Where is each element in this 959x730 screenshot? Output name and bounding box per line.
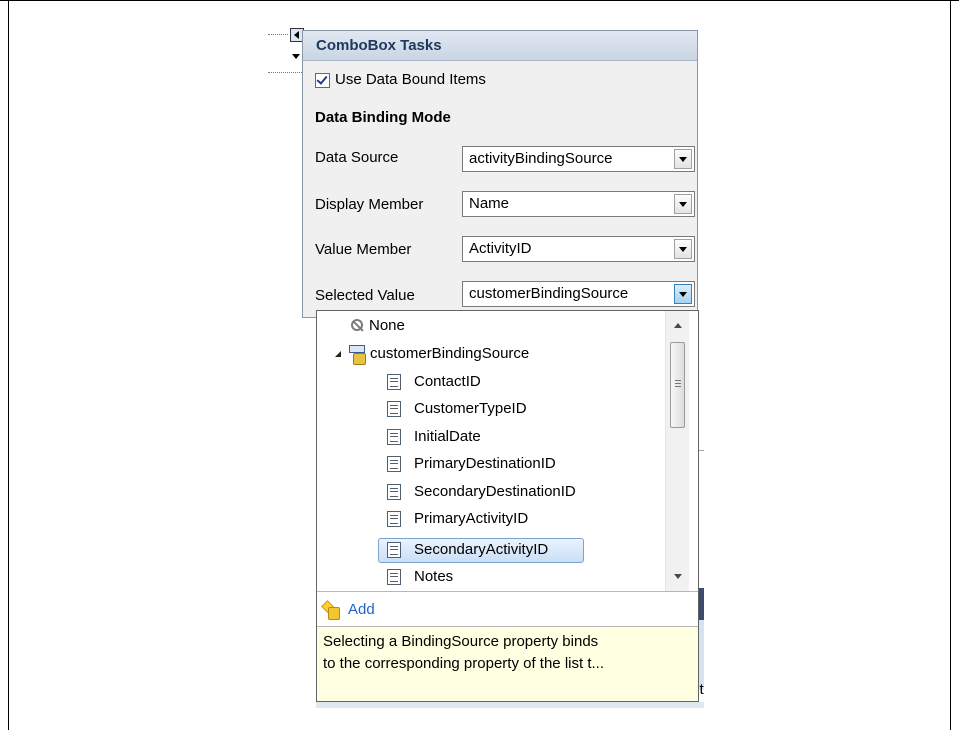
use-data-bound-items-checkbox[interactable] bbox=[315, 73, 330, 88]
frame-left-border bbox=[8, 0, 9, 730]
field-icon bbox=[387, 374, 401, 390]
selection-handle-line bbox=[268, 72, 304, 73]
designer-dropdown-arrow-icon bbox=[292, 54, 300, 59]
list-item-label: SecondaryActivityID bbox=[414, 541, 549, 558]
scroll-down-icon[interactable] bbox=[674, 574, 682, 579]
combo-arrow-icon[interactable] bbox=[674, 149, 692, 169]
field-icon bbox=[387, 484, 401, 500]
field-icon bbox=[387, 569, 401, 585]
field-icon bbox=[387, 542, 401, 558]
description-line-1: Selecting a BindingSource property binds bbox=[323, 633, 599, 650]
section-title: Data Binding Mode bbox=[315, 109, 451, 126]
list-item-label: CustomerTypeID bbox=[414, 400, 527, 417]
binding-tree: None customerBindingSource ContactID Cus… bbox=[317, 311, 663, 591]
display-member-combo[interactable]: Name bbox=[462, 191, 695, 217]
field-icon bbox=[387, 511, 401, 527]
tree-expander-icon[interactable] bbox=[335, 351, 341, 357]
data-source-value: activityBindingSource bbox=[469, 150, 613, 167]
display-member-label: Display Member bbox=[315, 196, 424, 213]
field-icon bbox=[387, 401, 401, 417]
selection-handle-line bbox=[268, 34, 288, 35]
scroll-up-icon[interactable] bbox=[674, 323, 682, 328]
list-item-label: PrimaryDestinationID bbox=[414, 455, 556, 472]
data-source-label: Data Source bbox=[315, 149, 399, 166]
selected-value-value: customerBindingSource bbox=[469, 285, 629, 302]
field-icon bbox=[387, 456, 401, 472]
background-bottom-strip bbox=[316, 702, 704, 708]
data-source-combo[interactable]: activityBindingSource bbox=[462, 146, 695, 172]
combo-arrow-icon[interactable] bbox=[674, 194, 692, 214]
value-member-combo[interactable]: ActivityID bbox=[462, 236, 695, 262]
frame-right-border bbox=[950, 0, 951, 730]
combobox-tasks-panel: ComboBox Tasks Use Data Bound Items Data… bbox=[302, 30, 698, 318]
add-data-source-icon bbox=[321, 600, 340, 620]
vertical-scrollbar[interactable] bbox=[665, 311, 689, 591]
list-item-label: SecondaryDestinationID bbox=[414, 483, 576, 500]
list-item-label: PrimaryActivityID bbox=[414, 510, 529, 527]
list-item-label: Notes bbox=[414, 568, 454, 585]
display-member-value: Name bbox=[469, 195, 510, 212]
combo-arrow-icon[interactable] bbox=[674, 284, 692, 304]
value-member-value: ActivityID bbox=[469, 240, 532, 257]
selected-value-label: Selected Value bbox=[315, 287, 415, 304]
description-line-2: to the corresponding property of the lis… bbox=[323, 655, 604, 672]
panel-title: ComboBox Tasks bbox=[303, 31, 697, 61]
scroll-thumb[interactable] bbox=[670, 342, 685, 428]
frame-top-border bbox=[0, 0, 959, 1]
use-data-bound-items-label[interactable]: Use Data Bound Items bbox=[335, 71, 486, 88]
selected-value-combo[interactable]: customerBindingSource bbox=[462, 281, 695, 307]
list-item-label: ContactID bbox=[414, 373, 481, 390]
binding-source-icon bbox=[349, 345, 366, 365]
value-member-label: Value Member bbox=[315, 241, 412, 258]
description-tooltip: Selecting a BindingSource property binds… bbox=[317, 626, 698, 701]
none-icon bbox=[351, 319, 363, 331]
tree-item-none-label: None bbox=[369, 317, 405, 334]
field-icon bbox=[387, 429, 401, 445]
combo-arrow-icon[interactable] bbox=[674, 239, 692, 259]
dropdown-divider bbox=[317, 591, 698, 592]
selected-value-dropdown: None customerBindingSource ContactID Cus… bbox=[316, 310, 699, 702]
tree-item-binding-source-label: customerBindingSource bbox=[370, 345, 530, 362]
list-item-label: InitialDate bbox=[414, 428, 481, 445]
